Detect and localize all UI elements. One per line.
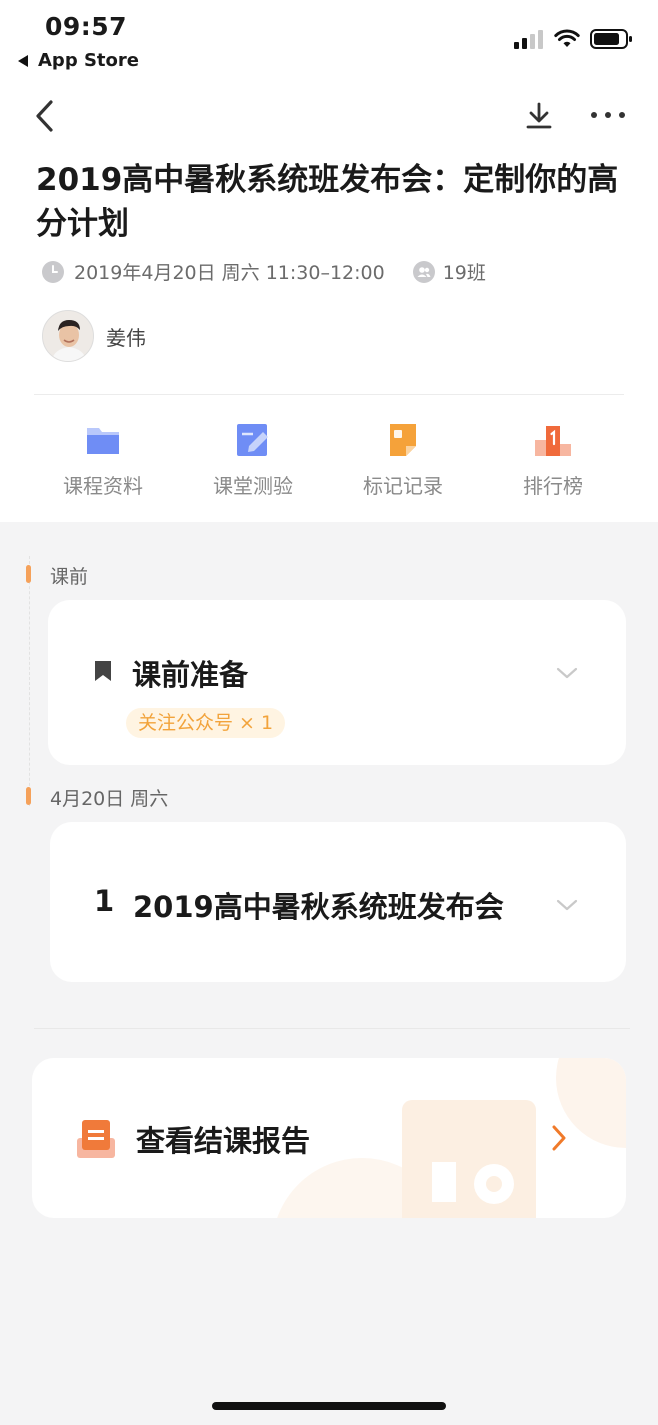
timeline-marker — [26, 787, 31, 805]
course-meta: 2019年4月20日 周六 11:30–12:00 19班 — [42, 258, 486, 285]
leaderboard-icon — [535, 426, 571, 456]
back-to-app-link[interactable]: App Store — [18, 50, 139, 71]
class-people-icon — [412, 260, 435, 283]
download-icon[interactable] — [524, 100, 554, 132]
divider — [34, 1028, 630, 1029]
tool-bar: 课程资料 课堂测验 标记记录 排行榜 — [28, 420, 630, 499]
prep-card-title: 课前准备 — [132, 658, 249, 692]
tool-label: 课堂测验 — [213, 474, 293, 498]
timeline-marker — [26, 565, 31, 583]
divider — [34, 394, 624, 395]
report-title: 查看结课报告 — [136, 1124, 311, 1158]
teacher-avatar-icon — [43, 311, 93, 361]
chevron-down-icon[interactable] — [556, 898, 578, 912]
follow-account-tag[interactable]: 关注公众号 × 1 — [126, 708, 286, 738]
clock-icon — [42, 260, 64, 283]
report-background-decoration — [277, 1058, 626, 1218]
chevron-down-icon[interactable] — [556, 666, 578, 680]
tool-leaderboard[interactable]: 排行榜 — [478, 420, 628, 499]
tool-course-materials[interactable]: 课程资料 — [28, 420, 178, 499]
back-triangle-icon — [18, 54, 28, 67]
bookmark-icon — [95, 661, 111, 681]
folder-icon — [87, 428, 119, 454]
chevron-left-icon[interactable] — [30, 96, 62, 136]
timeline-label-date: 4月20日 周六 — [50, 788, 169, 810]
more-icon[interactable] — [588, 104, 628, 126]
signal-icon — [514, 30, 543, 49]
chevron-right-icon[interactable] — [550, 1124, 568, 1152]
lesson-title: 2019高中暑秋系统班发布会 — [133, 890, 504, 924]
lesson-card[interactable]: 1 2019高中暑秋系统班发布会 — [50, 822, 626, 982]
course-title: 2019高中暑秋系统班发布会：定制你的高分计划 — [36, 162, 619, 242]
back-app-label: App Store — [38, 50, 139, 71]
class-count: 19班 — [442, 262, 486, 284]
report-icon — [77, 1120, 115, 1158]
avatar — [42, 310, 94, 362]
status-time: 09:57 — [45, 12, 128, 41]
lesson-index: 1 — [94, 884, 115, 918]
course-datetime: 2019年4月20日 周六 11:30–12:00 — [74, 262, 385, 284]
report-card[interactable]: 查看结课报告 — [32, 1058, 626, 1218]
teacher-name: 姜伟 — [106, 325, 146, 350]
tool-label: 标记记录 — [363, 474, 443, 498]
tool-class-quiz[interactable]: 课堂测验 — [178, 420, 328, 499]
bookmark-note-icon — [390, 424, 416, 456]
quiz-icon — [237, 424, 268, 456]
timeline-label-before-class: 课前 — [50, 566, 89, 588]
tool-label: 排行榜 — [523, 474, 583, 498]
tool-mark-records[interactable]: 标记记录 — [328, 420, 478, 499]
battery-icon — [590, 29, 632, 49]
status-indicators — [514, 28, 634, 50]
prep-card[interactable]: 课前准备 — [48, 600, 626, 765]
timeline-line — [29, 556, 30, 806]
wifi-icon — [554, 29, 580, 47]
teacher-row[interactable]: 姜伟 — [42, 310, 146, 362]
tool-label: 课程资料 — [63, 474, 143, 498]
home-indicator — [212, 1402, 446, 1410]
